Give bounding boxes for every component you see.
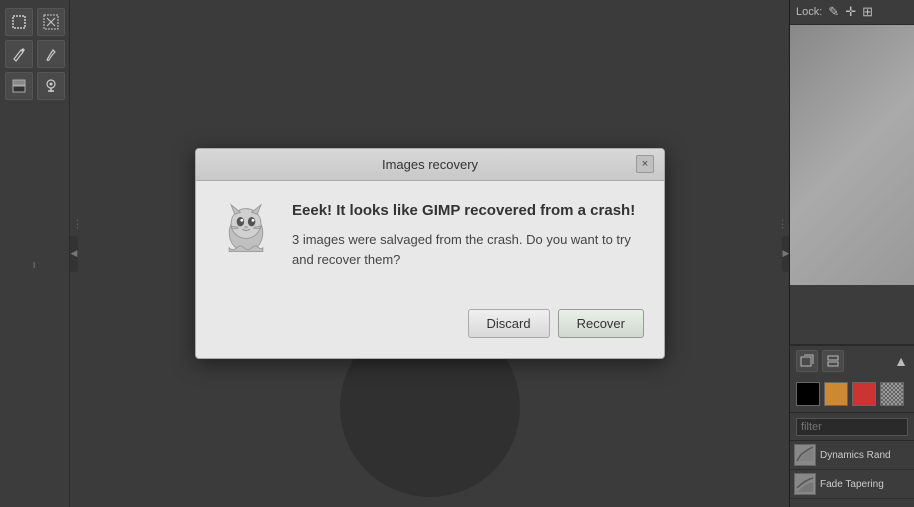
new-layer-icon[interactable] bbox=[796, 350, 818, 372]
right-bottom-toolbar: ▲ bbox=[790, 345, 914, 376]
layer-preview bbox=[790, 25, 914, 285]
paintbrush-tool[interactable] bbox=[37, 40, 65, 68]
gimp-ghost-icon bbox=[218, 203, 274, 259]
color-swatch-pattern[interactable] bbox=[880, 382, 904, 406]
modal-content: Eeek! It looks like GIMP recovered from … bbox=[292, 201, 644, 290]
modal-heading: Eeek! It looks like GIMP recovered from … bbox=[292, 201, 644, 221]
modal-icon bbox=[216, 201, 276, 261]
color-swatch-red[interactable] bbox=[852, 382, 876, 406]
lock-pencil-icon[interactable]: ✎ bbox=[828, 4, 839, 20]
modal-buttons: Discard Recover bbox=[196, 309, 664, 358]
discard-button[interactable]: Discard bbox=[468, 309, 550, 338]
dynamics-name-rand: Dynamics Rand bbox=[820, 450, 891, 461]
recovery-modal: Images recovery × bbox=[195, 148, 665, 360]
modal-body: Eeek! It looks like GIMP recovered from … bbox=[196, 181, 664, 310]
layer-stack-icon[interactable] bbox=[822, 350, 844, 372]
pencil-tool[interactable] bbox=[5, 40, 33, 68]
dynamics-name-fade: Fade Tapering bbox=[820, 479, 884, 490]
color-tool[interactable] bbox=[5, 72, 33, 100]
expand-chevron[interactable]: ▲ bbox=[894, 353, 908, 369]
lock-label: Lock: bbox=[796, 6, 822, 18]
left-toolbar: ··· bbox=[0, 0, 70, 507]
ellipse-select-tool[interactable] bbox=[37, 8, 65, 36]
left-dots-handle[interactable]: ··· bbox=[28, 261, 42, 267]
lock-extra-icon[interactable]: ⊞ bbox=[862, 4, 873, 20]
dynamics-thumb-fade bbox=[794, 473, 816, 495]
lock-move-icon[interactable]: ✛ bbox=[845, 4, 856, 20]
dynamics-item-fade[interactable]: Fade Tapering bbox=[790, 470, 914, 499]
tool-row-2 bbox=[5, 40, 65, 68]
heal-tool[interactable] bbox=[37, 72, 65, 100]
dynamics-thumb-rand bbox=[794, 444, 816, 466]
modal-titlebar: Images recovery × bbox=[196, 149, 664, 181]
rect-select-tool[interactable] bbox=[5, 8, 33, 36]
color-swatch-black[interactable] bbox=[796, 382, 820, 406]
filter-input[interactable] bbox=[796, 418, 908, 436]
tool-row-1 bbox=[5, 8, 65, 36]
modal-overlay: Images recovery × bbox=[70, 0, 790, 507]
layer-preview-area bbox=[790, 25, 914, 345]
lock-bar: Lock: ✎ ✛ ⊞ bbox=[790, 0, 914, 25]
tool-row-3 bbox=[5, 72, 65, 100]
filter-section bbox=[790, 413, 914, 441]
dynamics-list: Dynamics Rand Fade Tapering bbox=[790, 441, 914, 507]
color-section bbox=[790, 376, 914, 413]
right-panel: Lock: ✎ ✛ ⊞ ▲ bbox=[789, 0, 914, 507]
color-swatch-orange[interactable] bbox=[824, 382, 848, 406]
recover-button[interactable]: Recover bbox=[558, 309, 644, 338]
dynamics-item-rand[interactable]: Dynamics Rand bbox=[790, 441, 914, 470]
modal-title: Images recovery bbox=[224, 157, 636, 172]
modal-body-text: 3 images were salvaged from the crash. D… bbox=[292, 230, 644, 269]
modal-close-button[interactable]: × bbox=[636, 155, 654, 173]
